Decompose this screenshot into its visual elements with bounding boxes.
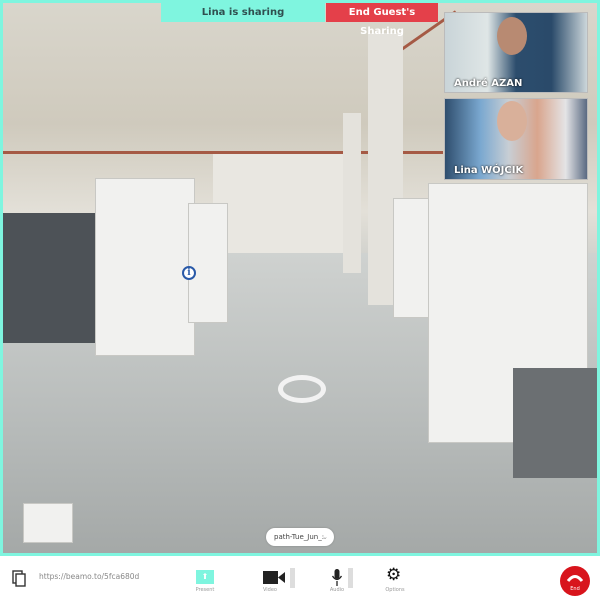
upload-icon: ⬆ [201,572,209,581]
info-hotspot-icon[interactable]: i [182,266,196,280]
path-selector-dropdown[interactable]: path-Tue_Jun_: ⌄ [266,528,334,546]
back-wall [213,153,353,253]
machine [95,178,195,356]
path-selector-value: path-Tue_Jun_: [274,533,325,541]
options-label: Options [385,587,405,593]
audio-label: Audio [329,587,345,593]
video-label: Video [262,587,277,593]
bottom-toolbar: https://beamo.to/5fca680d ⬆ Present Vide… [0,556,600,600]
participant-face [497,101,527,141]
end-call-button[interactable]: End [560,566,590,596]
sharing-status-banner: Lina is sharing [161,3,325,22]
machinery [3,213,103,343]
machine [188,203,228,323]
machine [393,198,433,318]
gear-icon[interactable]: ⚙ [386,565,401,585]
present-button[interactable]: ⬆ [196,570,214,584]
end-guest-sharing-button[interactable]: End Guest's Sharing [326,3,438,37]
navigation-ring[interactable] [278,375,326,403]
video-level-slider[interactable] [290,568,295,588]
share-url[interactable]: https://beamo.to/5fca680d [39,572,139,581]
phone-hangup-icon [566,575,584,582]
participant-video-tile: André AZAN [444,12,588,93]
participant-face [497,17,527,55]
participant-name: André AZAN [454,78,523,89]
participant-video-tile: Lina WÓJCIK [444,98,588,180]
participant-name: Lina WÓJCIK [454,165,524,176]
video-camera-icon[interactable] [263,571,285,584]
microphone-icon[interactable] [331,569,343,587]
present-label: Present [195,587,215,593]
pillar [343,113,361,273]
copy-icon[interactable] [12,570,26,587]
machinery [513,368,597,478]
audio-level-slider[interactable] [348,568,353,588]
chevron-down-icon: ⌄ [322,533,328,541]
machine [23,503,73,543]
end-label: End [570,586,580,592]
